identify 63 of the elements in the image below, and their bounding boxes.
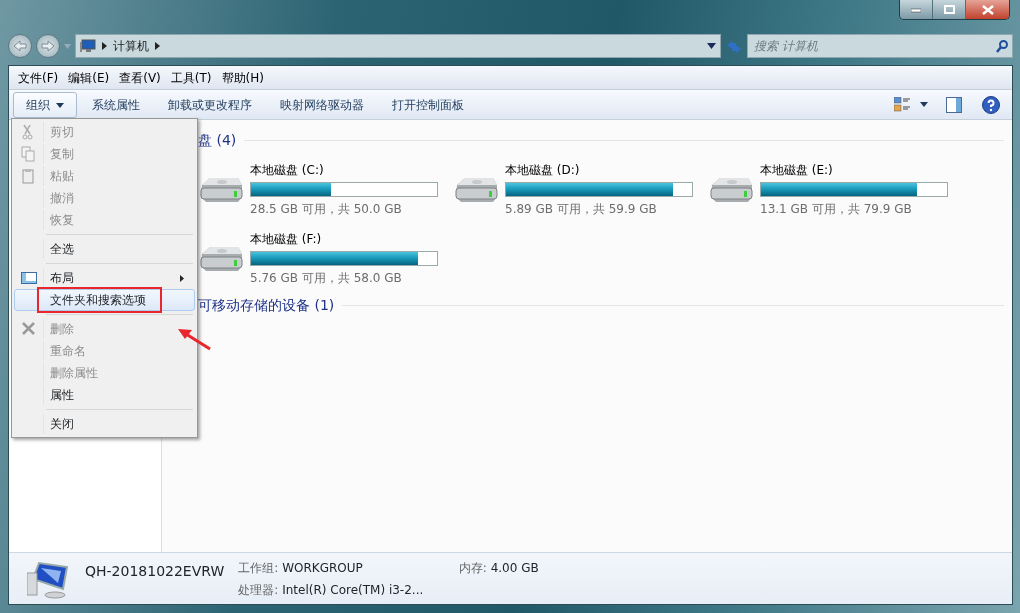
menu-item[interactable]: 关闭 [14,413,195,435]
view-options-icon[interactable] [894,97,912,112]
toolbar-button[interactable]: 系统属性 [79,91,153,118]
menu-item[interactable]: 编辑(E) [63,68,115,87]
breadcrumb-item[interactable]: 计算机 [113,37,149,55]
refresh-icon [725,38,743,55]
menu-item[interactable]: 文件夹和搜索选项 [14,289,195,311]
drive-space: 5.89 GB 可用，共 59.9 GB [505,201,658,218]
preview-pane-icon[interactable] [946,96,962,113]
drive-name[interactable]: 本地磁盘 (F:) [250,230,438,248]
caret-icon [56,102,64,108]
menu-item[interactable]: 工具(T) [165,68,217,87]
help-icon[interactable] [982,95,1000,114]
chevron-icon [155,42,160,50]
close-button[interactable] [966,0,1009,19]
toolbar-button[interactable]: 映射网络驱动器 [267,91,377,118]
field-label: 处理器: [238,582,279,597]
back-button[interactable] [8,34,32,58]
drive-space: 5.76 GB 可用，共 58.0 GB [250,270,403,287]
clipboard-icon [21,168,37,184]
menu-item[interactable]: 布局 [14,267,195,289]
toolbar-button[interactable]: 卸载或更改程序 [155,91,265,118]
close-icon [981,4,994,15]
drive-name[interactable]: 本地磁盘 (E:) [760,161,948,179]
toolbar-button[interactable]: 组织 [13,91,77,118]
field-label: 内存: [458,560,487,575]
field-value: Intel(R) Core(TM) i3-2... [282,582,424,597]
caret-icon [920,102,928,107]
layout-icon [21,270,37,286]
back-arrow-icon [13,40,27,52]
delete-icon [21,321,37,337]
maximize-button[interactable] [933,0,966,19]
search-field[interactable]: 搜索 计算机 [752,36,996,56]
menu-item[interactable]: 查看(V) [114,68,166,87]
copy-icon [21,146,37,162]
menu-item[interactable]: 全选 [14,238,195,260]
field-value: 4.00 GB [490,560,539,575]
dropdown-arrow-icon [64,43,71,49]
address-bar[interactable]: 计算机 [75,34,721,58]
drive-name[interactable]: 本地磁盘 (C:) [250,161,438,179]
minimize-button[interactable] [900,0,933,19]
computer-icon [80,39,96,53]
field-value: WORKGROUP [282,560,363,575]
menu-item[interactable]: 帮助(H) [216,68,269,87]
computer-name: QH-20181022EVRW [85,562,225,581]
search-icon [996,39,1008,53]
submenu-arrow-icon [180,275,184,282]
drive-space: 28.5 GB 可用，共 50.0 GB [250,201,403,218]
maximize-icon [943,5,955,14]
drive-space: 13.1 GB 可用，共 79.9 GB [760,201,913,218]
forward-button[interactable] [36,34,60,58]
section-header[interactable]: 可移动存储的设备 (1) [198,295,335,316]
field-label: 工作组: [238,560,279,575]
search-box[interactable]: 搜索 计算机 [747,34,1013,58]
menu-item[interactable]: 文件(F) [13,68,64,87]
drive-name[interactable]: 本地磁盘 (D:) [505,161,693,179]
toolbar-button[interactable]: 打开控制面板 [379,91,477,118]
dropdown-arrow-icon [707,43,716,49]
minimize-icon [911,6,921,13]
menu-item[interactable]: 属性 [14,384,195,406]
forward-arrow-icon [41,40,55,52]
chevron-icon [102,42,107,50]
section-header[interactable]: 盘 (4) [198,130,237,151]
